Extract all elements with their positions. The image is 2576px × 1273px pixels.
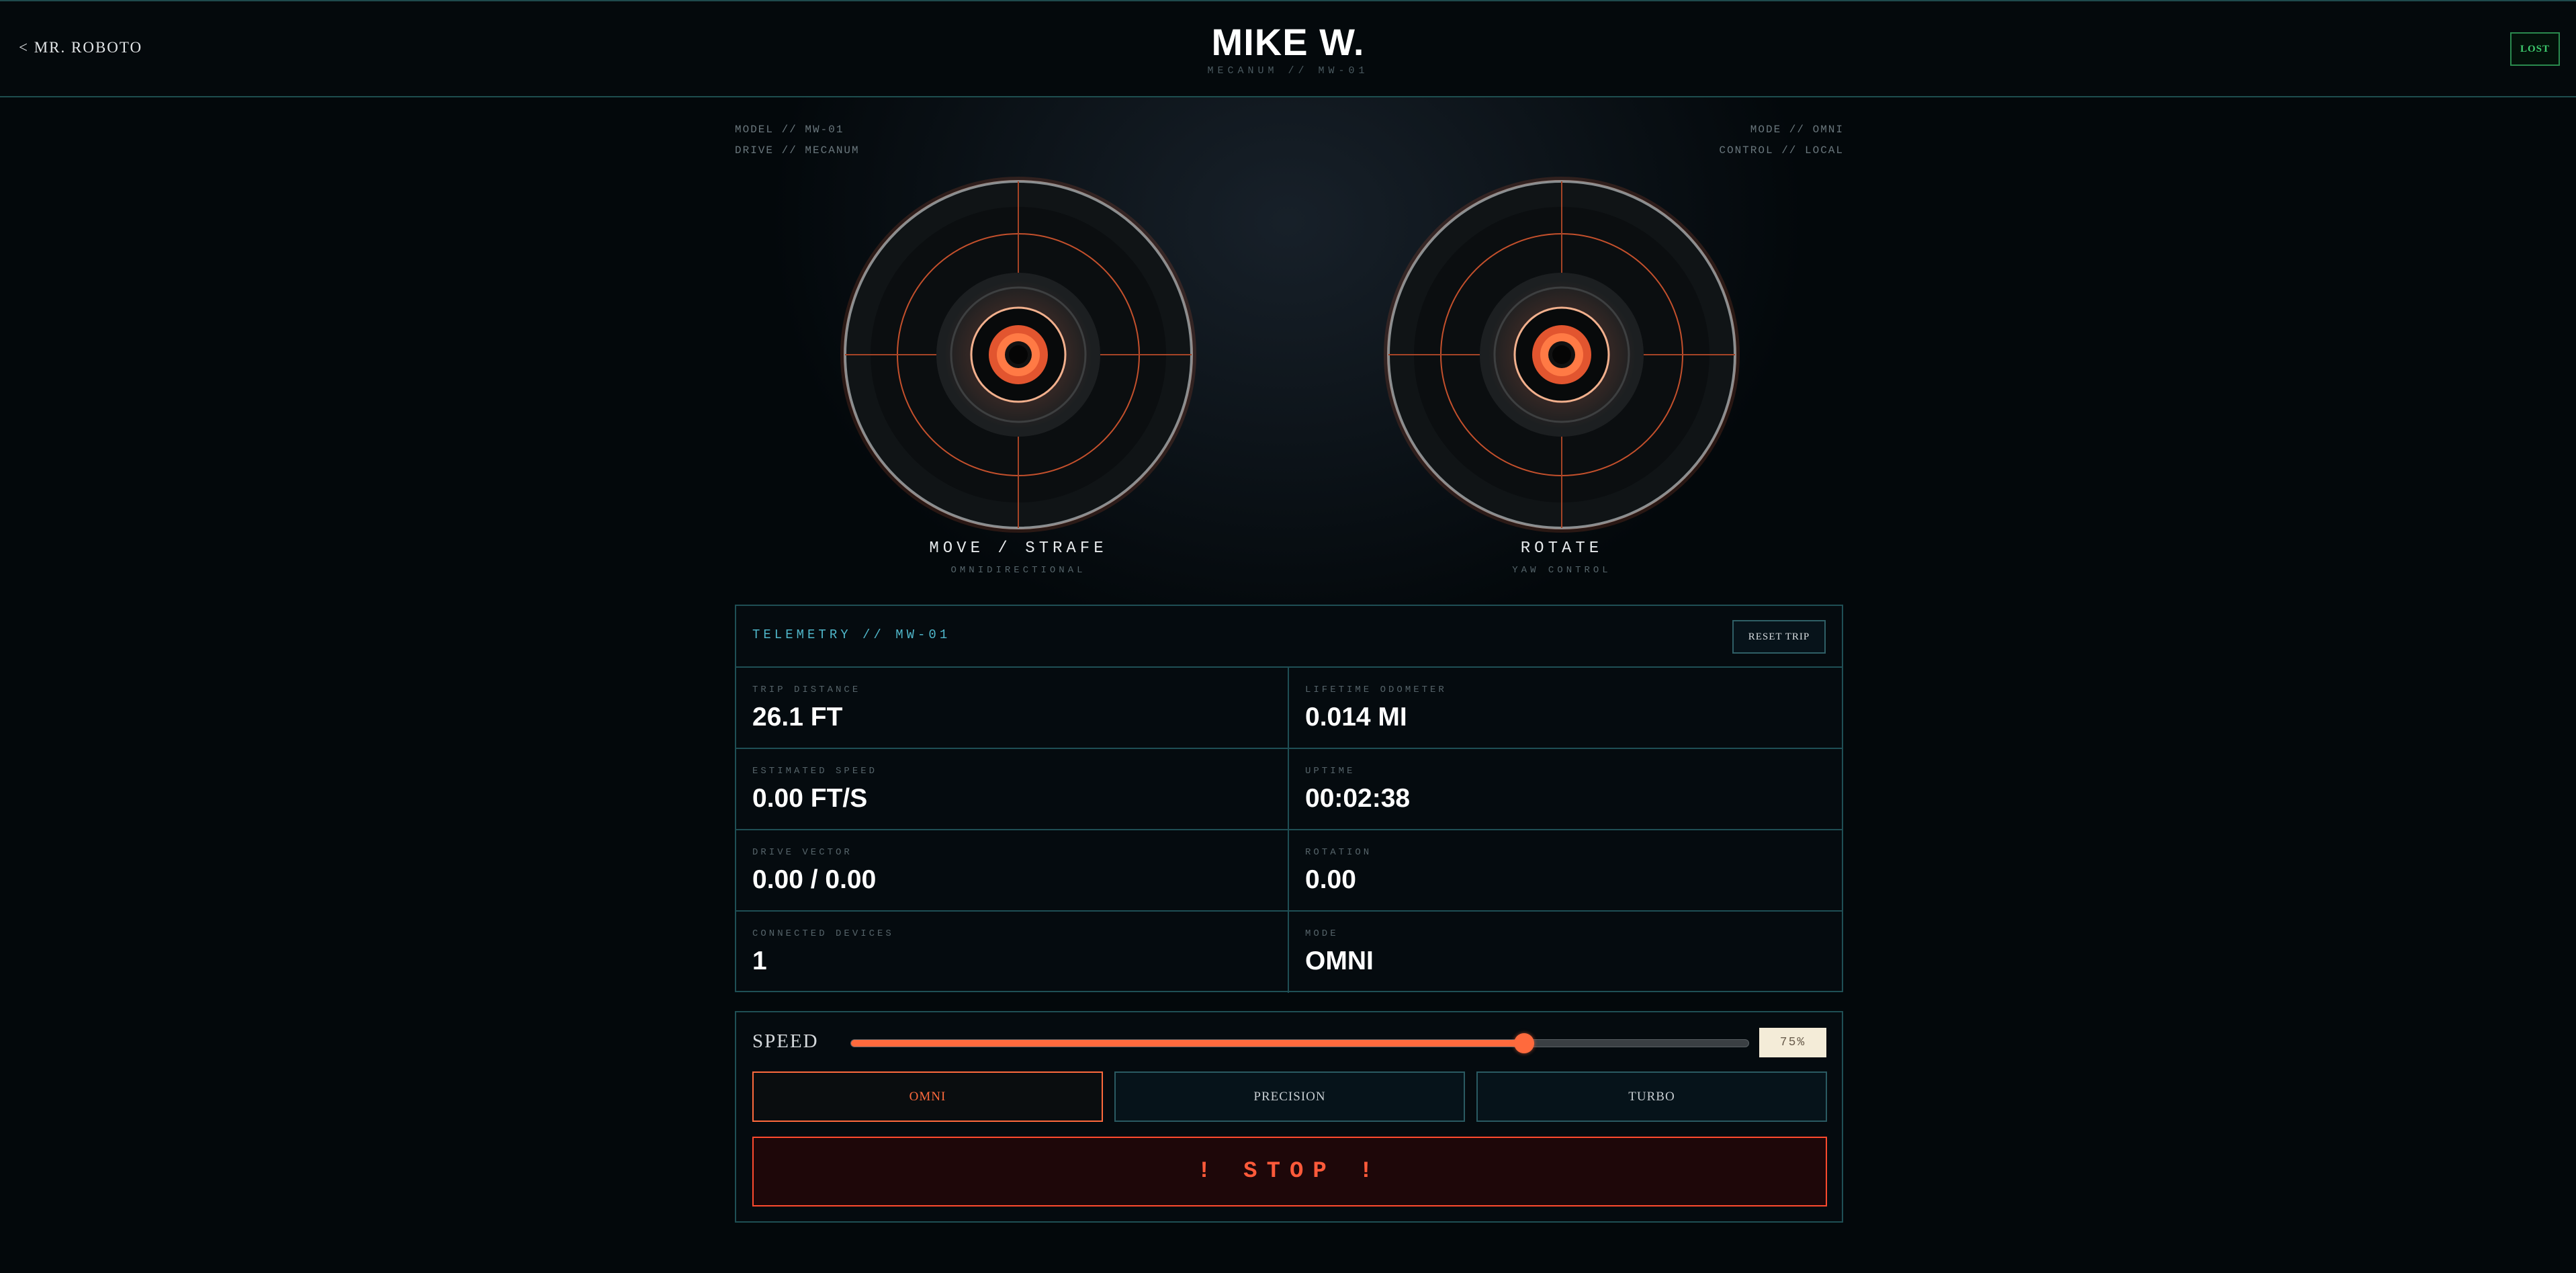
telemetry-value: OMNI: [1305, 947, 1374, 975]
top-bar: < MR. ROBOTO MIKE W. MECANUM // MW-01 LO…: [0, 0, 2576, 97]
telemetry-value: 0.00 FT/S: [752, 784, 868, 813]
speed-label: SPEED: [752, 1030, 819, 1052]
speed-slider-thumb[interactable]: [1514, 1033, 1534, 1053]
telemetry-panel: TELEMETRY // MW-01 RESET TRIP TRIP DISTA…: [735, 605, 1843, 993]
status-badge: LOST: [2510, 32, 2560, 66]
control-panel: SPEED 75% OMNI PRECISION TURBO ! STOP !: [735, 1011, 1843, 1223]
page-title: MIKE W.: [1211, 21, 1365, 63]
mode-button-turbo[interactable]: TURBO: [1476, 1071, 1827, 1122]
page-subtitle: MECANUM // MW-01: [1207, 65, 1369, 77]
meta-left: MODEL // MW-01 DRIVE // MECANUM: [735, 120, 860, 161]
move-strafe-joystick[interactable]: [840, 177, 1196, 533]
telemetry-title: TELEMETRY // MW-01: [752, 627, 951, 642]
telemetry-header: TELEMETRY // MW-01 RESET TRIP: [736, 606, 1842, 668]
telemetry-value: 0.014 MI: [1305, 703, 1407, 732]
meta-control: CONTROL // LOCAL: [1719, 144, 1844, 157]
telemetry-label: DRIVE VECTOR: [752, 847, 852, 858]
telemetry-label: ROTATION: [1305, 847, 1372, 858]
mode-button-omni[interactable]: OMNI: [752, 1071, 1103, 1122]
telemetry-label: CONNECTED DEVICES: [752, 928, 894, 939]
telemetry-cell-mode: MODE OMNI: [1289, 912, 1842, 993]
telemetry-cell-drive-vector: DRIVE VECTOR 0.00 / 0.00: [736, 830, 1289, 912]
move-strafe-label: MOVE / STRAFE: [929, 539, 1108, 558]
telemetry-cell-connected-devices: CONNECTED DEVICES 1: [736, 912, 1289, 993]
telemetry-grid: TRIP DISTANCE 26.1 FT LIFETIME ODOMETER …: [736, 668, 1842, 993]
stop-button[interactable]: ! STOP !: [752, 1137, 1827, 1206]
reset-trip-button[interactable]: RESET TRIP: [1732, 620, 1826, 654]
telemetry-value: 00:02:38: [1305, 784, 1411, 813]
telemetry-label: LIFETIME ODOMETER: [1305, 685, 1447, 695]
telemetry-cell-rotation: ROTATION 0.00: [1289, 830, 1842, 912]
telemetry-cell-lifetime-odometer: LIFETIME ODOMETER 0.014 MI: [1289, 668, 1842, 749]
meta-drive: DRIVE // MECANUM: [735, 144, 860, 157]
move-strafe-sublabel: OMNIDIRECTIONAL: [950, 565, 1086, 576]
telemetry-value: 1: [752, 947, 767, 975]
meta-right: MODE // OMNI CONTROL // LOCAL: [1719, 120, 1844, 161]
telemetry-value: 0.00 / 0.00: [752, 865, 877, 894]
mode-button-precision[interactable]: PRECISION: [1114, 1071, 1465, 1122]
telemetry-label: UPTIME: [1305, 766, 1356, 777]
meta-model: MODEL // MW-01: [735, 124, 844, 136]
speed-slider[interactable]: [850, 1033, 1749, 1053]
telemetry-cell-uptime: UPTIME 00:02:38: [1289, 749, 1842, 830]
joystick-graphic: [840, 177, 1196, 533]
telemetry-value: 26.1 FT: [752, 703, 843, 732]
speed-value: 75%: [1759, 1028, 1826, 1057]
joystick-graphic: [1384, 177, 1740, 533]
telemetry-value: 0.00: [1305, 865, 1356, 894]
meta-mode: MODE // OMNI: [1750, 124, 1844, 136]
telemetry-label: TRIP DISTANCE: [752, 685, 861, 695]
telemetry-label: ESTIMATED SPEED: [752, 766, 878, 777]
rotate-joystick[interactable]: [1384, 177, 1740, 533]
rotate-label: ROTATE: [1520, 539, 1603, 558]
speed-slider-fill: [851, 1040, 1524, 1047]
telemetry-cell-trip-distance: TRIP DISTANCE 26.1 FT: [736, 668, 1289, 749]
telemetry-label: MODE: [1305, 928, 1339, 939]
rotate-sublabel: YAW CONTROL: [1512, 565, 1611, 576]
telemetry-cell-estimated-speed: ESTIMATED SPEED 0.00 FT/S: [736, 749, 1289, 830]
